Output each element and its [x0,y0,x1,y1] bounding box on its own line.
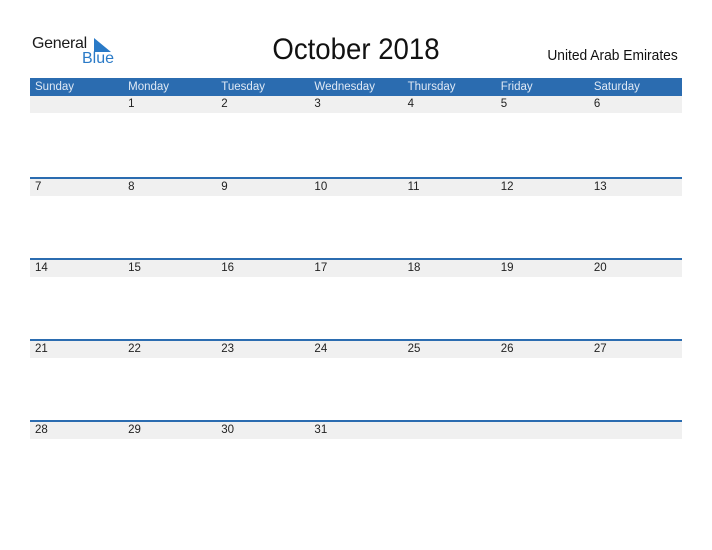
weekday-header: Sunday Monday Tuesday Wednesday Thursday… [30,78,682,96]
day-cell: 9 [221,181,228,193]
day-cell [30,96,123,113]
day-cell: 24 [314,343,328,355]
day-cell: 2 [221,98,228,110]
day-cell: 26 [500,343,514,355]
day-cell: 1 [128,98,135,110]
day-cell: 18 [407,262,421,274]
day-cell: 19 [500,262,514,274]
day-cell: 20 [593,262,607,274]
day-cell [589,422,682,439]
week-row: 1 2 3 4 5 6 [30,96,682,177]
weekday-friday: Friday [500,81,533,93]
day-cell: 14 [35,262,48,274]
day-cell: 3 [314,98,321,110]
day-cell: 11 [407,181,420,193]
weekday-wednesday: Wednesday [314,81,375,93]
day-cell: 16 [221,262,235,274]
day-cell: 5 [500,98,508,110]
day-cell: 4 [407,98,414,110]
week-row: 21 22 23 24 25 26 27 [30,339,682,420]
day-cell: 30 [221,424,235,436]
day-cell: 31 [314,424,328,436]
weekday-tuesday: Tuesday [221,81,265,93]
day-cell: 15 [128,262,141,274]
day-cell: 8 [128,181,135,193]
weekday-saturday: Saturday [593,81,640,93]
day-cell: 17 [314,262,328,274]
weekday-monday: Monday [128,81,170,93]
country-label: United Arab Emirates [547,47,678,64]
week-row: 28 29 30 31 [30,420,682,501]
day-cell: 25 [407,343,421,355]
day-cell: 22 [128,343,141,355]
day-cell: 10 [314,181,328,193]
day-cell: 13 [593,181,607,193]
day-cell: 7 [35,181,42,193]
calendar-grid: Sunday Monday Tuesday Wednesday Thursday… [30,78,682,501]
week-row: 7 8 9 10 11 12 13 [30,177,682,258]
day-cell: 21 [35,343,48,355]
weekday-sunday: Sunday [35,81,75,93]
day-cell: 6 [593,98,601,110]
day-cell: 29 [128,424,141,436]
weekday-thursday: Thursday [407,81,456,93]
day-cell: 23 [221,343,235,355]
day-cell [496,422,589,439]
day-cell: 12 [500,181,514,193]
day-cell: 27 [593,343,607,355]
day-cell [403,422,496,439]
week-row: 14 15 16 17 18 19 20 [30,258,682,339]
day-cell: 28 [35,424,48,436]
